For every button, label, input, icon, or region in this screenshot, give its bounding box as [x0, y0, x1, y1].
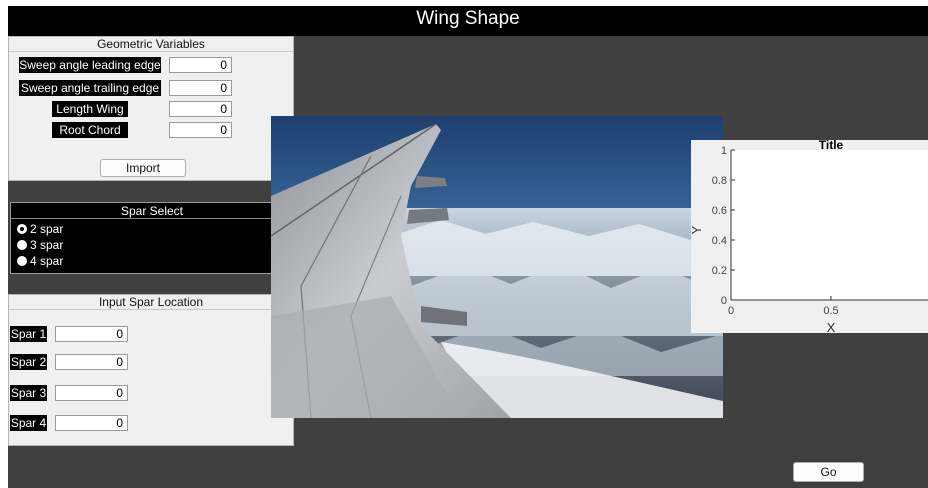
y-axis-label: Y — [691, 225, 704, 234]
spar-2-input[interactable] — [55, 354, 128, 370]
spar-4-label: Spar 4 — [10, 415, 47, 431]
y-tick-label: 0 — [721, 295, 727, 307]
import-button[interactable]: Import — [100, 159, 186, 177]
spar-location-title: Input Spar Location — [9, 295, 293, 310]
y-tick-label: 1 — [721, 145, 727, 157]
wing-photo — [271, 116, 723, 418]
x-axis-label: X — [827, 320, 836, 333]
sweep-trailing-label: Sweep angle trailing edge — [19, 80, 161, 96]
radio-4-spar-label: 4 spar — [30, 254, 64, 268]
geometric-variables-title: Geometric Variables — [9, 37, 293, 52]
y-tick-label: 0.8 — [712, 175, 727, 187]
y-tick-label: 0.6 — [712, 205, 727, 217]
spar-1-label: Spar 1 — [10, 326, 47, 342]
sweep-leading-input[interactable] — [169, 57, 232, 73]
length-wing-input[interactable] — [169, 101, 232, 117]
spar-1-input[interactable] — [55, 326, 128, 342]
spar-4-input[interactable] — [55, 415, 128, 431]
spar-3-input[interactable] — [55, 385, 128, 401]
chart-title: Title — [819, 140, 844, 152]
x-tick-label: 0 — [728, 305, 734, 317]
spar-select-title: Spar Select — [11, 203, 293, 219]
sweep-leading-label: Sweep angle leading edge — [19, 57, 161, 73]
radio-selected-icon — [17, 224, 27, 234]
root-chord-label: Root Chord — [52, 122, 128, 138]
radio-icon — [17, 256, 27, 266]
radio-icon — [17, 240, 27, 250]
y-tick-label: 0.2 — [712, 265, 727, 277]
radio-4-spar[interactable]: 4 spar — [17, 254, 63, 269]
app-window: Wing Shape Geometric Variables Sweep ang… — [8, 6, 928, 488]
axes-panel: Title X Y 0 0.2 0.4 0.6 0.8 1 0 0.5 — [689, 138, 928, 335]
root-chord-input[interactable] — [169, 122, 232, 138]
radio-2-spar[interactable]: 2 spar — [17, 222, 63, 237]
radio-2-spar-label: 2 spar — [30, 222, 64, 236]
y-tick-label: 0.4 — [712, 235, 727, 247]
radio-3-spar-label: 3 spar — [30, 238, 64, 252]
spar-2-label: Spar 2 — [10, 354, 47, 370]
plot-area — [731, 150, 928, 300]
spar-select-panel: Spar Select 2 spar 3 spar 4 spar — [10, 202, 294, 274]
go-button[interactable]: Go — [793, 462, 864, 482]
geometric-variables-panel: Geometric Variables Sweep angle leading … — [8, 36, 294, 181]
radio-3-spar[interactable]: 3 spar — [17, 238, 63, 253]
spar-location-panel: Input Spar Location Spar 1 Spar 2 Spar 3… — [8, 294, 294, 446]
length-wing-label: Length Wing — [52, 101, 128, 117]
x-tick-label: 0.5 — [823, 305, 838, 317]
wing-plot[interactable]: Title X Y 0 0.2 0.4 0.6 0.8 1 0 0.5 — [689, 138, 928, 335]
sweep-trailing-input[interactable] — [169, 80, 232, 96]
window-title: Wing Shape — [8, 6, 928, 36]
spar-3-label: Spar 3 — [10, 385, 47, 401]
